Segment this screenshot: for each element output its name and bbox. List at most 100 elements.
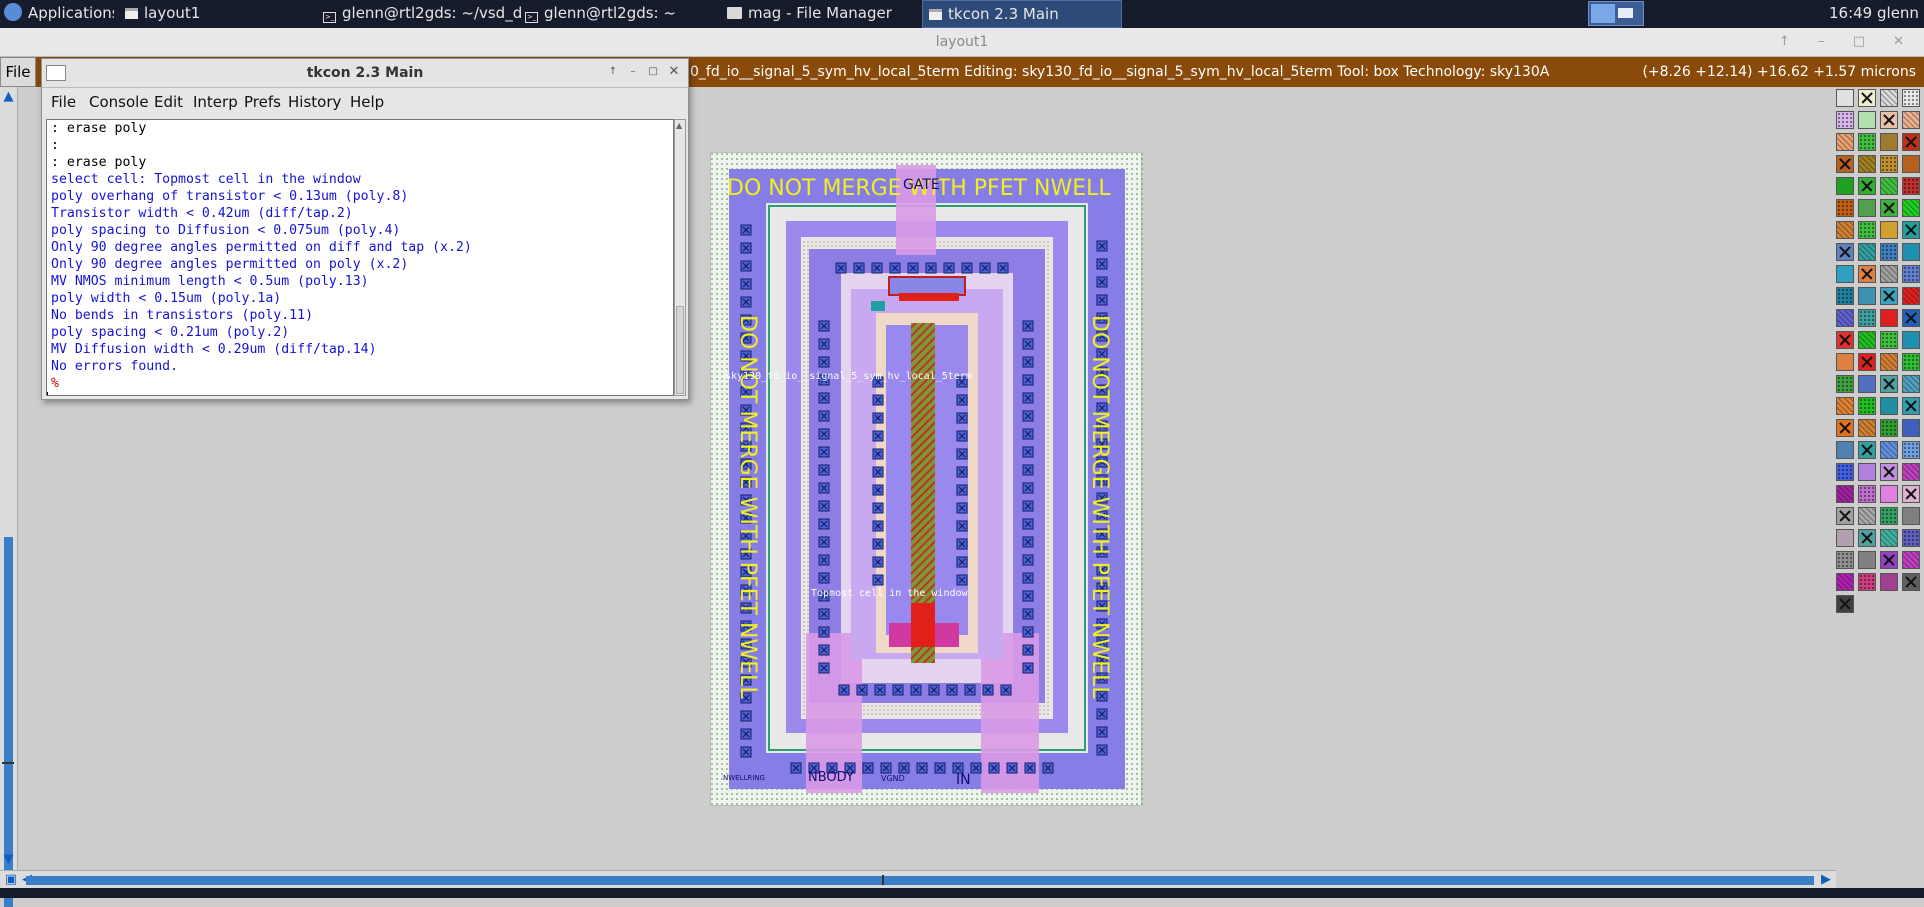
layer-swatch[interactable] <box>1858 243 1876 261</box>
layer-swatch[interactable] <box>1902 155 1920 173</box>
layer-swatch[interactable] <box>1902 419 1920 437</box>
layer-swatch[interactable] <box>1836 595 1854 613</box>
horizontal-scrollbar[interactable]: ▣ ◀ ▶ <box>0 870 1836 888</box>
menu-history[interactable]: History <box>288 88 341 116</box>
console-scrollbar[interactable]: ▲ <box>674 119 686 396</box>
layer-swatch[interactable] <box>1902 221 1920 239</box>
layer-swatch[interactable] <box>1836 221 1854 239</box>
user-menu[interactable]: glenn <box>1877 0 1919 28</box>
horizontal-scroll-thumb[interactable] <box>26 876 1814 885</box>
layer-swatch[interactable] <box>1880 551 1898 569</box>
scroll-up-arrow-icon[interactable]: ▲ <box>676 121 682 130</box>
layer-swatch[interactable] <box>1858 441 1876 459</box>
taskbar-item-layout1[interactable]: layout1 <box>125 0 315 28</box>
layer-swatch[interactable] <box>1858 199 1876 217</box>
menu-help[interactable]: Help <box>350 88 384 116</box>
layer-swatch[interactable] <box>1880 485 1898 503</box>
layer-swatch[interactable] <box>1902 199 1920 217</box>
console-output[interactable]: : erase poly:: erase poly select cell: To… <box>46 119 674 396</box>
close-icon[interactable]: ✕ <box>667 65 681 79</box>
maximize-icon[interactable]: □ <box>646 65 660 79</box>
layer-swatch[interactable] <box>1858 375 1876 393</box>
layer-swatch[interactable] <box>1880 177 1898 195</box>
workspace-switcher[interactable] <box>1588 1 1644 26</box>
layer-swatch[interactable] <box>1880 529 1898 547</box>
layer-swatch[interactable] <box>1880 375 1898 393</box>
layer-swatch[interactable] <box>1858 551 1876 569</box>
scroll-right-arrow-icon[interactable]: ▶ <box>1818 872 1834 887</box>
layer-swatch[interactable] <box>1858 287 1876 305</box>
layer-swatch[interactable] <box>1836 265 1854 283</box>
layer-swatch[interactable] <box>1836 375 1854 393</box>
layer-swatch[interactable] <box>1880 133 1898 151</box>
layer-swatch[interactable] <box>1858 397 1876 415</box>
taskbar-item-file-manager[interactable]: mag - File Manager <box>727 0 917 28</box>
layer-swatch[interactable] <box>1880 199 1898 217</box>
layer-swatch[interactable] <box>1902 287 1920 305</box>
layer-swatch[interactable] <box>1836 177 1854 195</box>
layer-swatch[interactable] <box>1902 309 1920 327</box>
layer-swatch[interactable] <box>1836 243 1854 261</box>
minimize-icon[interactable]: – <box>626 65 640 79</box>
layout-canvas[interactable]: DO NOT MERGE WITH PFET NWELL GATE DO NOT… <box>710 152 1143 807</box>
layer-swatch[interactable] <box>1858 155 1876 173</box>
layer-swatch[interactable] <box>1880 419 1898 437</box>
layer-swatch[interactable] <box>1880 155 1898 173</box>
layer-swatch[interactable] <box>1836 441 1854 459</box>
layer-swatch[interactable] <box>1880 353 1898 371</box>
window-controls[interactable]: ↑ – □ ✕ <box>1779 28 1916 56</box>
layer-swatch[interactable] <box>1858 111 1876 129</box>
layer-swatch[interactable] <box>1836 331 1854 349</box>
layer-swatch[interactable] <box>1902 177 1920 195</box>
layer-swatch[interactable] <box>1880 111 1898 129</box>
zoom-box-icon[interactable]: ▣ <box>3 872 19 887</box>
layer-swatch[interactable] <box>1880 89 1898 107</box>
layer-swatch[interactable] <box>1880 463 1898 481</box>
layer-swatch[interactable] <box>1880 507 1898 525</box>
layer-swatch[interactable] <box>1858 419 1876 437</box>
scroll-up-arrow-icon[interactable]: ▲ <box>1 89 16 104</box>
layer-swatch[interactable] <box>1858 89 1876 107</box>
layer-swatch[interactable] <box>1836 573 1854 591</box>
layer-swatch[interactable] <box>1836 89 1854 107</box>
layer-swatch[interactable] <box>1902 133 1920 151</box>
layer-swatch[interactable] <box>1902 375 1920 393</box>
layer-swatch[interactable] <box>1836 287 1854 305</box>
layer-swatch[interactable] <box>1836 353 1854 371</box>
workspace-1[interactable] <box>1591 4 1615 23</box>
layer-swatch[interactable] <box>1880 331 1898 349</box>
vertical-scrollbar[interactable]: ▲ ▼ <box>0 87 18 907</box>
layer-swatch[interactable] <box>1858 463 1876 481</box>
applications-menu[interactable]: Applications <box>4 0 114 28</box>
layer-swatch[interactable] <box>1858 507 1876 525</box>
taskbar-item-tkcon[interactable]: tkcon 2.3 Main <box>922 0 1122 28</box>
layer-swatch[interactable] <box>1858 485 1876 503</box>
layer-swatch[interactable] <box>1880 441 1898 459</box>
layer-swatch[interactable] <box>1836 507 1854 525</box>
layer-swatch[interactable] <box>1880 243 1898 261</box>
layer-swatch[interactable] <box>1902 507 1920 525</box>
layout-file-menu[interactable]: File <box>0 57 36 87</box>
layer-swatch[interactable] <box>1880 265 1898 283</box>
layer-swatch[interactable] <box>1858 309 1876 327</box>
layer-swatch[interactable] <box>1902 353 1920 371</box>
layer-swatch[interactable] <box>1902 397 1920 415</box>
layer-swatch[interactable] <box>1836 419 1854 437</box>
layer-swatch[interactable] <box>1858 331 1876 349</box>
layer-swatch[interactable] <box>1902 463 1920 481</box>
layer-swatch[interactable] <box>1880 287 1898 305</box>
layer-swatch[interactable] <box>1858 221 1876 239</box>
layer-swatch[interactable] <box>1902 485 1920 503</box>
taskbar-item-terminal-1[interactable]: >_ glenn@rtl2gds: ~/vsd_d... <box>323 0 521 28</box>
tkcon-titlebar[interactable]: tkcon 2.3 Main ↑ – □ ✕ <box>42 59 688 88</box>
layer-swatch[interactable] <box>1858 353 1876 371</box>
layer-swatch[interactable] <box>1902 573 1920 591</box>
shade-icon[interactable]: ↑ <box>606 65 620 79</box>
layer-swatch[interactable] <box>1902 265 1920 283</box>
layer-swatch[interactable] <box>1836 155 1854 173</box>
layer-swatch[interactable] <box>1880 221 1898 239</box>
layer-swatch[interactable] <box>1902 529 1920 547</box>
menu-console[interactable]: Console <box>89 88 149 116</box>
layer-swatch[interactable] <box>1880 573 1898 591</box>
layer-swatch[interactable] <box>1880 397 1898 415</box>
